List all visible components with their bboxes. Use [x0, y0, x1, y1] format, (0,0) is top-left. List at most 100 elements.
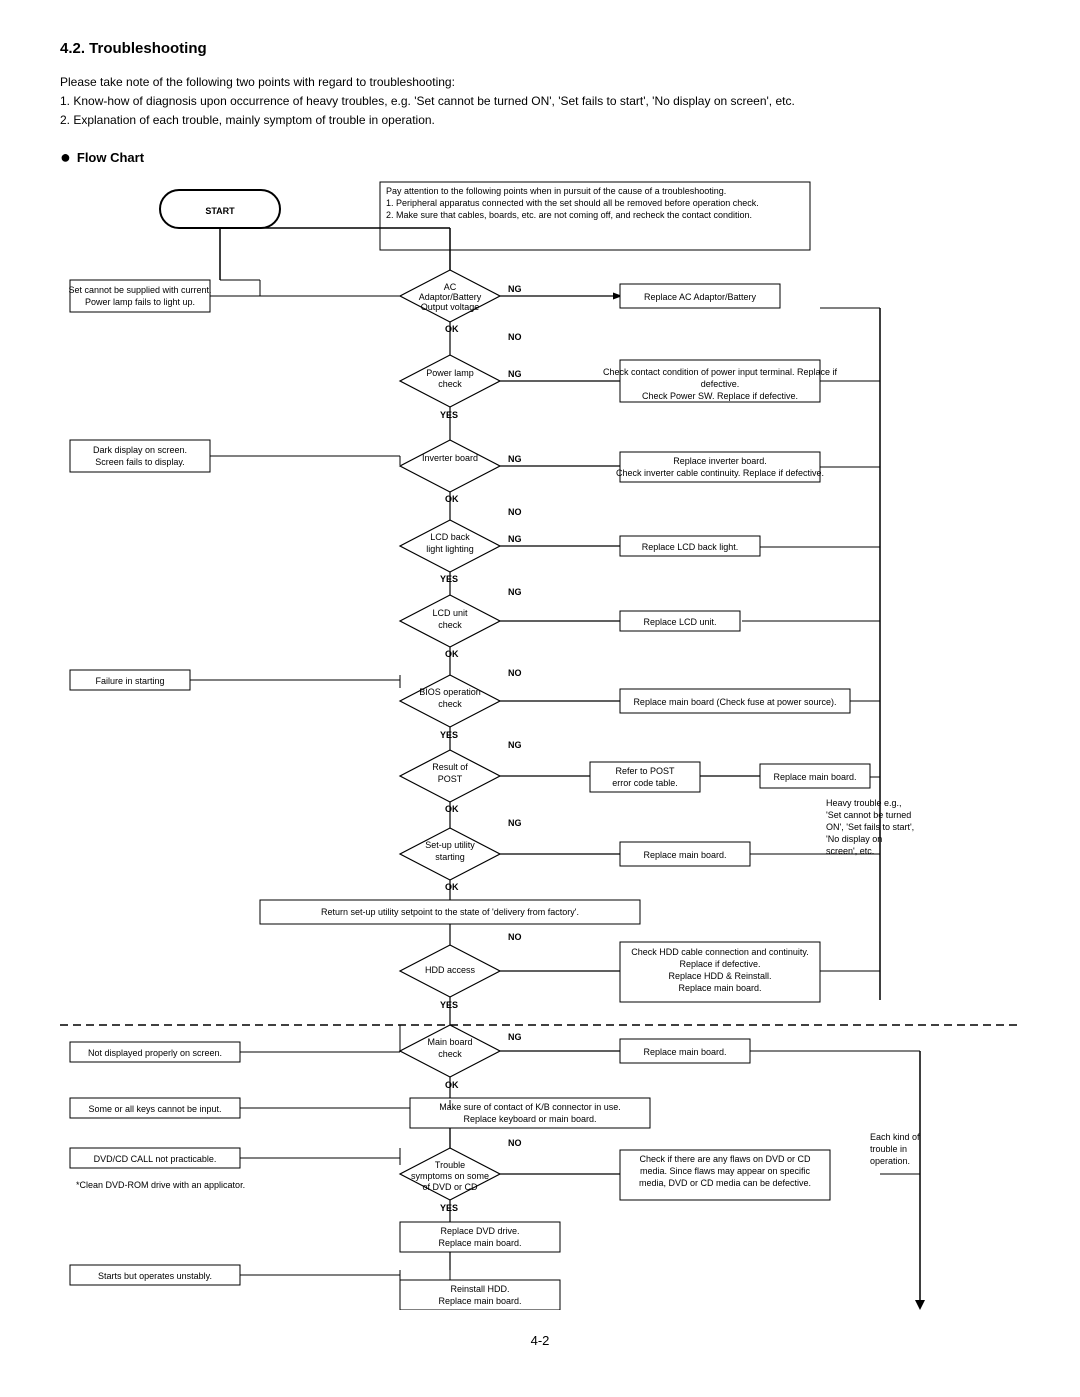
svg-text:Replace main board.: Replace main board.: [643, 1047, 726, 1057]
svg-text:YES: YES: [440, 574, 458, 584]
svg-text:Pay attention to the following: Pay attention to the following points wh…: [386, 186, 726, 196]
svg-text:error code table.: error code table.: [612, 778, 678, 788]
svg-text:Some or all keys cannot be inp: Some or all keys cannot be input.: [88, 1104, 221, 1114]
section-heading: 4.2. Troubleshooting: [60, 40, 1020, 57]
svg-text:*Clean DVD-ROM drive with an a: *Clean DVD-ROM drive with an applicator.: [76, 1180, 245, 1190]
svg-text:NO: NO: [508, 668, 522, 678]
svg-text:Replace AC Adaptor/Battery: Replace AC Adaptor/Battery: [644, 292, 757, 302]
svg-text:Check if there are any flaws o: Check if there are any flaws on DVD or C…: [639, 1154, 811, 1164]
svg-text:NG: NG: [508, 818, 522, 828]
flowchart-svg: Pay attention to the following points wh…: [60, 180, 1020, 1310]
svg-text:Make sure of contact of K/B co: Make sure of contact of K/B connector in…: [439, 1102, 621, 1112]
svg-text:ON', 'Set fails to start',: ON', 'Set fails to start',: [826, 822, 914, 832]
intro-text: Please take note of the following two po…: [60, 73, 1020, 131]
svg-text:Check inverter cable continuit: Check inverter cable continuity. Replace…: [616, 468, 824, 478]
svg-text:Set cannot be supplied with cu: Set cannot be supplied with current.: [68, 285, 211, 295]
svg-text:LCD unit: LCD unit: [432, 608, 468, 618]
svg-text:LCD back: LCD back: [430, 532, 470, 542]
svg-text:symptoms on some: symptoms on some: [411, 1171, 489, 1181]
svg-text:NG: NG: [508, 740, 522, 750]
svg-text:Each kind of: Each kind of: [870, 1132, 920, 1142]
svg-text:1. Peripheral apparatus conne: 1. Peripheral apparatus connected with t…: [386, 198, 759, 208]
svg-text:Main board: Main board: [427, 1037, 472, 1047]
flowchart-wrapper: Pay attention to the following points wh…: [60, 180, 1020, 1313]
svg-text:Result of: Result of: [432, 762, 468, 772]
svg-text:NG: NG: [508, 1032, 522, 1042]
svg-text:trouble in: trouble in: [870, 1144, 907, 1154]
svg-text:check: check: [438, 379, 462, 389]
bullet-icon: ●: [60, 147, 71, 168]
svg-text:starting: starting: [435, 852, 465, 862]
svg-text:OK: OK: [445, 1080, 459, 1090]
svg-text:Return set-up utility setpoint: Return set-up utility setpoint to the st…: [321, 907, 579, 917]
svg-text:Replace HDD & Reinstall.: Replace HDD & Reinstall.: [668, 971, 771, 981]
svg-text:of DVD or CD: of DVD or CD: [422, 1182, 478, 1192]
svg-text:light lighting: light lighting: [426, 544, 474, 554]
svg-text:START: START: [205, 206, 235, 216]
svg-text:Screen fails to display.: Screen fails to display.: [95, 457, 184, 467]
svg-text:Replace LCD back light.: Replace LCD back light.: [642, 542, 739, 552]
svg-text:Check Power SW. Replace if def: Check Power SW. Replace if defective.: [642, 391, 798, 401]
svg-text:Replace main board.: Replace main board.: [438, 1238, 521, 1248]
svg-text:Output voltage: Output voltage: [421, 302, 480, 312]
svg-text:Replace main board.: Replace main board.: [678, 983, 761, 993]
svg-text:Replace main board.: Replace main board.: [438, 1296, 521, 1306]
svg-text:Power lamp fails to light up.: Power lamp fails to light up.: [85, 297, 195, 307]
svg-text:BIOS operation: BIOS operation: [419, 687, 481, 697]
svg-text:NO: NO: [508, 932, 522, 942]
svg-text:AC: AC: [444, 282, 457, 292]
svg-text:NG: NG: [508, 454, 522, 464]
svg-text:2. Make sure that cables, boa: 2. Make sure that cables, boards, etc. a…: [386, 210, 752, 220]
svg-text:Replace main board.: Replace main board.: [643, 850, 726, 860]
svg-text:Replace LCD unit.: Replace LCD unit.: [643, 617, 716, 627]
svg-text:Heavy trouble e.g.,: Heavy trouble e.g.,: [826, 798, 902, 808]
svg-text:check: check: [438, 699, 462, 709]
svg-text:NG: NG: [508, 284, 522, 294]
page-number: 4-2: [60, 1333, 1020, 1348]
svg-text:Replace if defective.: Replace if defective.: [679, 959, 760, 969]
svg-text:Check contact condition of pow: Check contact condition of power input t…: [603, 367, 838, 377]
svg-text:Trouble: Trouble: [435, 1160, 465, 1170]
svg-text:Replace DVD drive.: Replace DVD drive.: [440, 1226, 519, 1236]
svg-text:check: check: [438, 1049, 462, 1059]
svg-text:Adaptor/Battery: Adaptor/Battery: [419, 292, 482, 302]
svg-text:Reinstall HDD.: Reinstall HDD.: [450, 1284, 509, 1294]
svg-text:Refer to POST: Refer to POST: [615, 766, 675, 776]
svg-text:OK: OK: [445, 649, 459, 659]
svg-text:media, DVD or CD media can be: media, DVD or CD media can be defective.: [639, 1178, 811, 1188]
svg-text:Inverter board: Inverter board: [422, 453, 478, 463]
svg-text:YES: YES: [440, 410, 458, 420]
svg-text:Check HDD cable connection and: Check HDD cable connection and continuit…: [631, 947, 808, 957]
svg-text:Set-up utility: Set-up utility: [425, 840, 475, 850]
svg-text:Failure in starting: Failure in starting: [95, 676, 164, 686]
svg-text:Dark display on screen.: Dark display on screen.: [93, 445, 187, 455]
svg-text:NG: NG: [508, 534, 522, 544]
svg-text:check: check: [438, 620, 462, 630]
svg-text:NO: NO: [508, 507, 522, 517]
svg-text:Power lamp: Power lamp: [426, 368, 474, 378]
svg-text:HDD access: HDD access: [425, 965, 476, 975]
svg-text:OK: OK: [445, 324, 459, 334]
svg-text:Replace keyboard or main board: Replace keyboard or main board.: [463, 1114, 596, 1124]
svg-text:NO: NO: [508, 1138, 522, 1148]
svg-text:YES: YES: [440, 1000, 458, 1010]
svg-text:YES: YES: [440, 730, 458, 740]
svg-text:OK: OK: [445, 882, 459, 892]
svg-text:Replace inverter board.: Replace inverter board.: [673, 456, 767, 466]
svg-text:OK: OK: [445, 804, 459, 814]
svg-text:NO: NO: [508, 332, 522, 342]
svg-text:defective.: defective.: [701, 379, 740, 389]
svg-text:'Set cannot be turned: 'Set cannot be turned: [826, 810, 911, 820]
svg-text:DVD/CD CALL not practicable.: DVD/CD CALL not practicable.: [94, 1154, 217, 1164]
svg-text:Replace main board (Check fuse: Replace main board (Check fuse at power …: [633, 697, 836, 707]
svg-text:Not displayed properly on scre: Not displayed properly on screen.: [88, 1048, 222, 1058]
svg-text:'No display on: 'No display on: [826, 834, 882, 844]
svg-text:operation.: operation.: [870, 1156, 910, 1166]
flowchart-title: ● Flow Chart: [60, 147, 1020, 168]
svg-text:Replace main board.: Replace main board.: [773, 772, 856, 782]
svg-text:NG: NG: [508, 587, 522, 597]
svg-text:NG: NG: [508, 369, 522, 379]
svg-text:media. Since flaws may appear: media. Since flaws may appear on specifi…: [640, 1166, 811, 1176]
svg-text:POST: POST: [438, 774, 463, 784]
svg-text:YES: YES: [440, 1203, 458, 1213]
